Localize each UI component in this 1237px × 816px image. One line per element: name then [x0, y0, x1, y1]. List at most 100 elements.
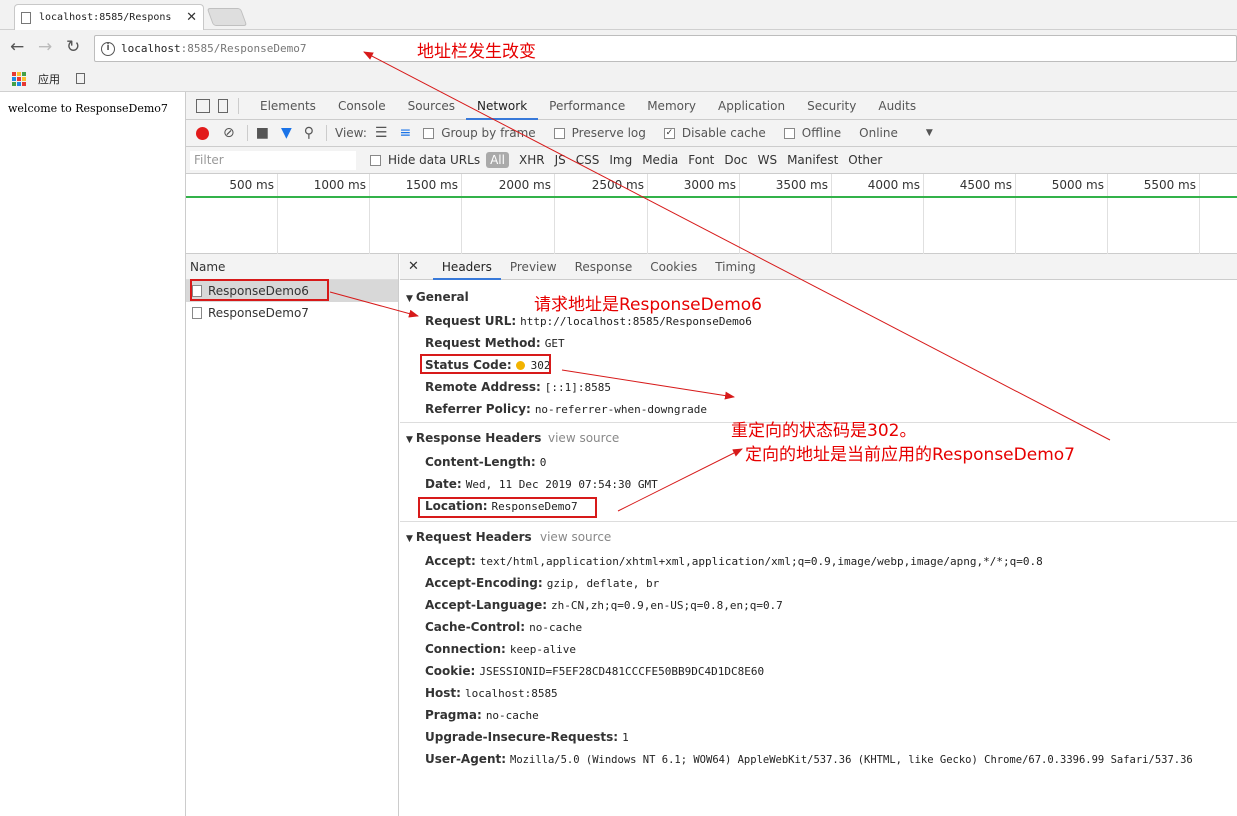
- page-icon: [21, 11, 31, 24]
- response-headers-toggle[interactable]: ▼ Response Headers: [406, 431, 541, 445]
- chevron-down-icon: ▼: [925, 128, 933, 138]
- tab-headers[interactable]: Headers: [432, 254, 501, 280]
- hide-data-urls-checkbox[interactable]: Hide data URLs: [370, 153, 480, 167]
- list-view-icon[interactable]: ☰: [375, 125, 388, 141]
- tab-console[interactable]: Console: [327, 92, 397, 120]
- preserve-log-label: Preserve log: [571, 126, 646, 140]
- view-source-link[interactable]: view source: [548, 431, 619, 445]
- filter-type-js[interactable]: JS: [555, 153, 566, 167]
- highlight-box-request: [190, 279, 329, 301]
- forward-arrow-icon[interactable]: →: [38, 37, 52, 57]
- tab-memory[interactable]: Memory: [636, 92, 707, 120]
- device-toolbar-icon[interactable]: [218, 98, 228, 113]
- document-icon: [192, 307, 202, 319]
- camera-icon[interactable]: ■: [256, 125, 269, 141]
- filter-type-xhr[interactable]: XHR: [519, 153, 545, 167]
- filter-type-font[interactable]: Font: [688, 153, 714, 167]
- url-path: :8585/ResponseDemo7: [180, 42, 307, 55]
- timeline-tick: 1000 ms: [278, 174, 370, 254]
- navigation-bar: ← → ↻ i localhost:8585/ResponseDemo7: [0, 30, 1237, 66]
- triangle-down-icon: ▼: [406, 294, 413, 304]
- filter-type-all[interactable]: All: [486, 152, 509, 168]
- apps-bookmark-label[interactable]: 应用: [38, 71, 60, 87]
- bookmark-doc-icon[interactable]: [76, 73, 85, 84]
- filter-type-media[interactable]: Media: [642, 153, 678, 167]
- divider: [238, 97, 239, 114]
- filter-type-css[interactable]: CSS: [576, 153, 600, 167]
- request-headers-toggle[interactable]: ▼ Request Headers: [406, 530, 532, 544]
- tab-application[interactable]: Application: [707, 92, 796, 120]
- triangle-down-icon: ▼: [406, 534, 413, 544]
- header-row: Content-Length: 0: [425, 455, 547, 469]
- header-row: Connection: keep-alive: [425, 642, 577, 656]
- tab-performance[interactable]: Performance: [538, 92, 636, 120]
- filter-type-ws[interactable]: WS: [758, 153, 777, 167]
- inspect-element-icon[interactable]: [196, 98, 210, 113]
- name-column-header[interactable]: Name: [186, 254, 398, 280]
- detail-tabbar: ✕ Headers Preview Response Cookies Timin…: [400, 254, 1237, 280]
- request-row[interactable]: ResponseDemo7: [186, 302, 398, 324]
- throttling-select[interactable]: Online ▼: [859, 126, 933, 140]
- view-source-link[interactable]: view source: [540, 530, 611, 544]
- close-icon[interactable]: ✕: [186, 10, 197, 25]
- filter-icon[interactable]: ▼: [281, 125, 292, 141]
- timeline-tick: 4500 ms: [924, 174, 1016, 254]
- preserve-log-checkbox[interactable]: Preserve log: [553, 126, 646, 140]
- tab-title: localhost:8585/Respons: [39, 12, 172, 23]
- address-bar[interactable]: i localhost:8585/ResponseDemo7: [94, 35, 1237, 62]
- tab-response[interactable]: Response: [566, 254, 642, 280]
- group-by-frame-checkbox[interactable]: Group by frame: [423, 126, 536, 140]
- timeline-tick: 500 ms: [186, 174, 278, 254]
- browser-tab[interactable]: localhost:8585/Respons ✕: [14, 4, 204, 30]
- tab-audits[interactable]: Audits: [867, 92, 927, 120]
- header-row: Host: localhost:8585: [425, 686, 558, 700]
- annotation-request-address: 请求地址是ResponseDemo6: [534, 295, 762, 315]
- disable-cache-checkbox[interactable]: ✓ Disable cache: [663, 126, 766, 140]
- record-button[interactable]: [196, 126, 209, 140]
- timeline-tick: 5500 ms: [1108, 174, 1200, 254]
- timeline-tick: 3500 ms: [740, 174, 832, 254]
- clear-icon[interactable]: ⊘: [223, 125, 235, 141]
- filter-type-img[interactable]: Img: [609, 153, 632, 167]
- devtools-panel: Elements Console Sources Network Perform…: [186, 92, 1237, 816]
- header-row: Accept-Language: zh-CN,zh;q=0.9,en-US;q=0…: [425, 598, 783, 612]
- filter-bar: Filter Hide data URLs All XHR JS CSS Img…: [186, 147, 1237, 174]
- tab-cookies[interactable]: Cookies: [641, 254, 706, 280]
- general-section-toggle[interactable]: ▼ General: [406, 290, 469, 304]
- offline-checkbox[interactable]: Offline: [783, 126, 841, 140]
- browser-tabstrip: localhost:8585/Respons ✕: [0, 0, 1237, 30]
- tab-network[interactable]: Network: [466, 92, 539, 120]
- apps-grid-icon[interactable]: [12, 71, 26, 86]
- filter-type-other[interactable]: Other: [848, 153, 882, 167]
- devtools-tabbar: Elements Console Sources Network Perform…: [186, 92, 1237, 120]
- header-row: User-Agent: Mozilla/5.0 (Windows NT 6.1; …: [425, 752, 1193, 766]
- back-arrow-icon[interactable]: ←: [10, 37, 24, 57]
- group-by-frame-label: Group by frame: [441, 126, 536, 140]
- tab-sources[interactable]: Sources: [397, 92, 466, 120]
- header-row: Pragma: no-cache: [425, 708, 539, 722]
- new-tab-button[interactable]: [206, 8, 248, 26]
- network-timeline[interactable]: 500 ms 1000 ms 1500 ms 2000 ms 2500 ms 3…: [186, 174, 1237, 254]
- page-content: welcome to ResponseDemo7: [0, 92, 186, 816]
- info-icon[interactable]: i: [101, 41, 115, 56]
- filter-type-doc[interactable]: Doc: [724, 153, 747, 167]
- tab-timing[interactable]: Timing: [706, 254, 765, 280]
- header-row: Cache-Control: no-cache: [425, 620, 583, 634]
- waterfall-view-icon[interactable]: ≡: [399, 125, 411, 141]
- header-row: Accept: text/html,application/xhtml+xml,a…: [425, 554, 1043, 568]
- reload-icon[interactable]: ↻: [66, 37, 80, 57]
- tab-security[interactable]: Security: [796, 92, 867, 120]
- welcome-text: welcome to ResponseDemo7: [8, 102, 168, 115]
- filter-type-manifest[interactable]: Manifest: [787, 153, 838, 167]
- filter-input[interactable]: Filter: [190, 150, 356, 170]
- request-name: ResponseDemo7: [208, 306, 309, 320]
- search-icon[interactable]: ⚲: [304, 125, 314, 141]
- timeline-tick: 1500 ms: [370, 174, 462, 254]
- header-row: Date: Wed, 11 Dec 2019 07:54:30 GMT: [425, 477, 658, 491]
- close-icon[interactable]: ✕: [408, 259, 419, 274]
- tab-preview[interactable]: Preview: [501, 254, 566, 280]
- triangle-down-icon: ▼: [406, 435, 413, 445]
- tab-elements[interactable]: Elements: [249, 92, 327, 120]
- header-row: Remote Address: [::1]:8585: [425, 380, 612, 394]
- disable-cache-label: Disable cache: [681, 126, 766, 140]
